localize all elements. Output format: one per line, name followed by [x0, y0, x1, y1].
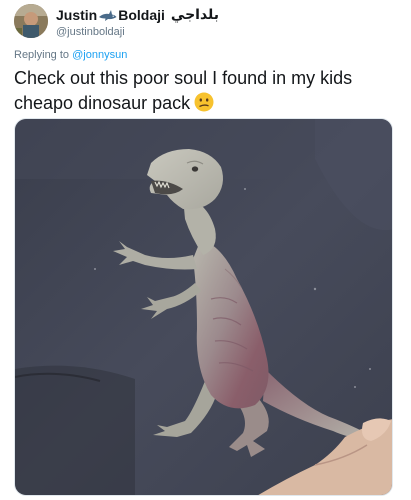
tweet-body: Check out this poor soul I found in my k… [14, 68, 353, 113]
tweet-text: Check out this poor soul I found in my k… [14, 66, 399, 116]
avatar[interactable] [14, 4, 48, 38]
display-name[interactable]: Justin Boldaji بلداجي [56, 6, 219, 23]
confused-face-emoji [194, 92, 214, 112]
display-name-part2: Boldaji [118, 6, 165, 23]
tweet-header: Justin Boldaji بلداجي @justinboldaji [14, 4, 394, 40]
mention-link[interactable]: @jonnysun [72, 49, 127, 61]
display-name-part1: Justin [56, 6, 98, 23]
tweet-photo[interactable] [14, 118, 393, 496]
shark-icon [98, 9, 117, 21]
replying-to: Replying to @jonnysun [14, 49, 127, 61]
replying-prefix: Replying to [14, 49, 70, 61]
user-handle[interactable]: @justinboldaji [56, 26, 219, 38]
display-name-arabic: بلداجي [170, 6, 220, 22]
